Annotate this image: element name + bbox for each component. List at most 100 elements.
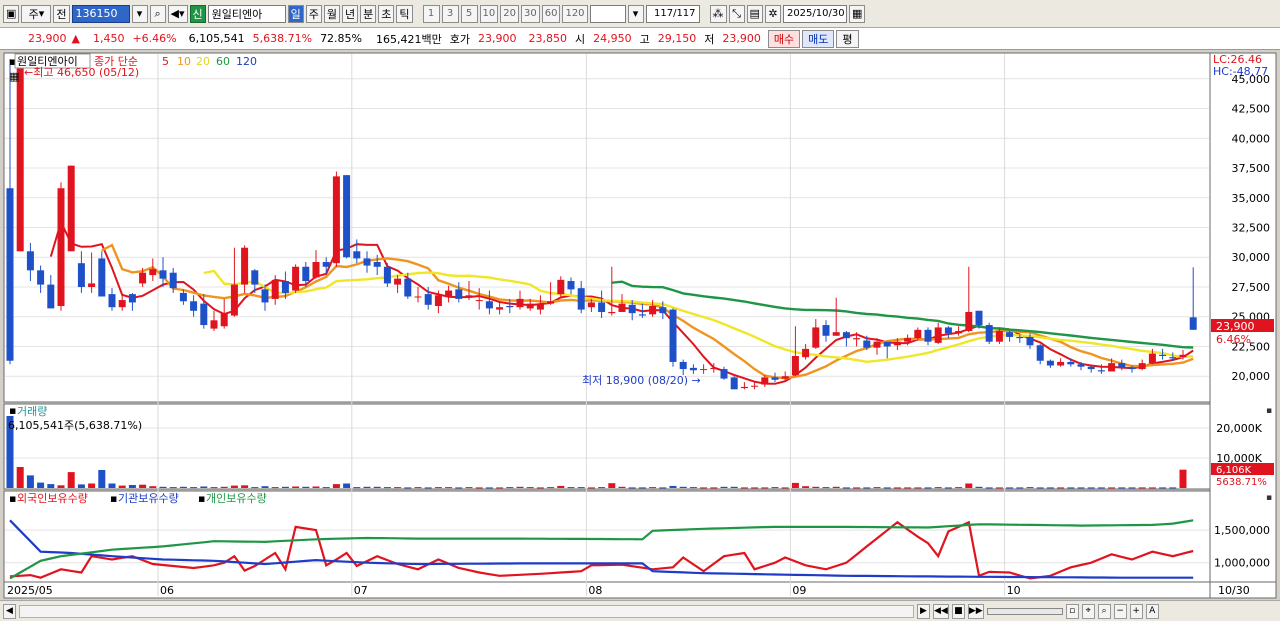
crosshair-icon[interactable]: ⤡ (728, 4, 745, 23)
gear-icon[interactable]: ✲ (764, 4, 781, 23)
interval-3-button[interactable]: 3 (441, 4, 459, 23)
chart-tool-icon[interactable]: ▦ (9, 70, 19, 83)
change-amount: 1,450 (92, 32, 125, 45)
candle-body (1057, 361, 1065, 366)
volume-bar (414, 487, 422, 489)
volume-bar (475, 487, 483, 489)
volume-bar (751, 487, 759, 489)
interval-10-button[interactable]: 10 (479, 4, 499, 23)
holdings-bullet-institution: ▪ (110, 492, 117, 505)
zoom-out-icon[interactable]: − (1113, 603, 1127, 619)
price-tick-label: 37,500 (1232, 162, 1271, 175)
turnover-rate: 72.85% (320, 32, 363, 45)
period-month-button[interactable]: 월 (323, 4, 341, 23)
candle-body (200, 303, 208, 326)
ma-legend-20: 20 (196, 55, 210, 68)
interval-1-button[interactable]: 1 (422, 4, 440, 23)
volume-panel-close-icon[interactable]: ▪ (1266, 406, 1272, 416)
price-tick-label: 35,000 (1232, 192, 1271, 205)
candle-body (965, 311, 973, 331)
candle-body (220, 313, 228, 327)
font-size-icon[interactable]: A (1145, 603, 1159, 619)
volume-bar (822, 487, 830, 489)
play-back-icon[interactable]: ◀◀ (933, 603, 949, 619)
sell-button[interactable]: 매도 (802, 29, 835, 48)
candle-body (1179, 354, 1187, 358)
calendar-icon[interactable]: ▦ (848, 4, 866, 23)
candle-body (934, 327, 942, 343)
zoom-box-icon[interactable]: ▫ (1065, 603, 1079, 619)
chart-tools-icon[interactable]: ⌖ (1081, 603, 1095, 619)
interval-120-button[interactable]: 120 (562, 4, 588, 23)
candle-body (353, 251, 361, 259)
code-dropdown-icon[interactable]: ▾ (131, 4, 148, 23)
candle-body (557, 279, 565, 295)
candle-body (1016, 336, 1024, 339)
interval-20-button[interactable]: 20 (500, 4, 519, 23)
volume-bar (1108, 487, 1116, 489)
chart-area: 20,00022,50025,00027,50030,00032,50035,0… (0, 51, 1280, 600)
candle-body (251, 270, 259, 285)
candle-body (995, 331, 1003, 342)
buy-button[interactable]: 매수 (767, 29, 801, 48)
holdings-bullet-individual: ▪ (198, 492, 205, 505)
bookmark-icon[interactable]: ⁂ (709, 4, 727, 23)
date-field[interactable]: 2025/10/30 (782, 4, 847, 23)
volume-bar (526, 487, 534, 489)
period-dropdown[interactable]: 주 ▾ (21, 4, 52, 23)
chart-scrollbar[interactable]: ◀ ▶ ◀◀ ■ ▶▶ ▫ ⌖ ⌕ − + A (0, 600, 1280, 621)
volume-bar (26, 475, 34, 488)
count-field[interactable]: 117/117 (645, 4, 700, 23)
scroll-left-icon[interactable]: ◀ (3, 603, 16, 619)
candle-body (669, 309, 677, 362)
volume-bar (220, 486, 228, 488)
candle-body (16, 59, 24, 252)
candle-body (730, 377, 738, 390)
period-second-button[interactable]: 초 (378, 4, 395, 23)
volume-bar (312, 486, 320, 488)
interval-30-button[interactable]: 30 (520, 4, 540, 23)
candle-body (47, 284, 55, 309)
volume-bar (118, 485, 126, 488)
period-week-button[interactable]: 주 (305, 4, 322, 23)
stop-icon[interactable]: ■ (951, 603, 965, 619)
volume-bar (179, 486, 187, 488)
candle-body (649, 306, 657, 315)
candle-body (1006, 332, 1014, 337)
chart-settings-icon[interactable]: ▣ (3, 4, 20, 23)
period-year-button[interactable]: 년 (342, 4, 359, 23)
zoom-in-icon[interactable]: + (1129, 603, 1143, 619)
candle-body (863, 340, 871, 348)
interval-60-button[interactable]: 60 (541, 4, 561, 23)
scroll-track[interactable] (19, 604, 914, 618)
prev-button[interactable]: 전 (53, 4, 70, 23)
zoom-slider[interactable] (986, 607, 1063, 615)
period-tick-button[interactable]: 틱 (396, 4, 413, 23)
play-forward-icon[interactable]: ▶▶ (967, 603, 984, 619)
price-tick-label: 40,000 (1232, 132, 1271, 145)
candle-body (771, 377, 779, 380)
scroll-right-icon[interactable]: ▶ (917, 603, 930, 619)
volume-bar (47, 484, 55, 488)
candle-body (88, 283, 96, 287)
interval-5-button[interactable]: 5 (460, 4, 478, 23)
speaker-icon[interactable]: ◀▾ (167, 4, 188, 23)
candle-body (832, 332, 840, 336)
candle-body (373, 262, 381, 267)
search-zoom-icon[interactable]: ⌕ (1097, 603, 1111, 619)
search-icon[interactable]: ⌕ (149, 4, 166, 23)
holdings-panel-close-icon[interactable]: ▪ (1266, 493, 1272, 503)
ma-legend-10: 10 (177, 55, 191, 68)
period-day-button[interactable]: 일 (287, 4, 304, 23)
volume-bar (934, 487, 942, 489)
candle-body (700, 369, 708, 371)
holdings-legend-individual: 개인보유수량 (206, 492, 267, 505)
average-button[interactable]: 평 (836, 29, 859, 48)
candle-body (302, 266, 310, 282)
period-minute-button[interactable]: 분 (360, 4, 377, 23)
save-icon[interactable]: ▤ (746, 4, 763, 23)
custom-interval-dropdown-icon[interactable]: ▾ (627, 4, 644, 23)
stock-code-input[interactable]: 136150 (71, 4, 130, 23)
candle-body (210, 320, 218, 329)
custom-interval-input[interactable] (589, 4, 626, 23)
